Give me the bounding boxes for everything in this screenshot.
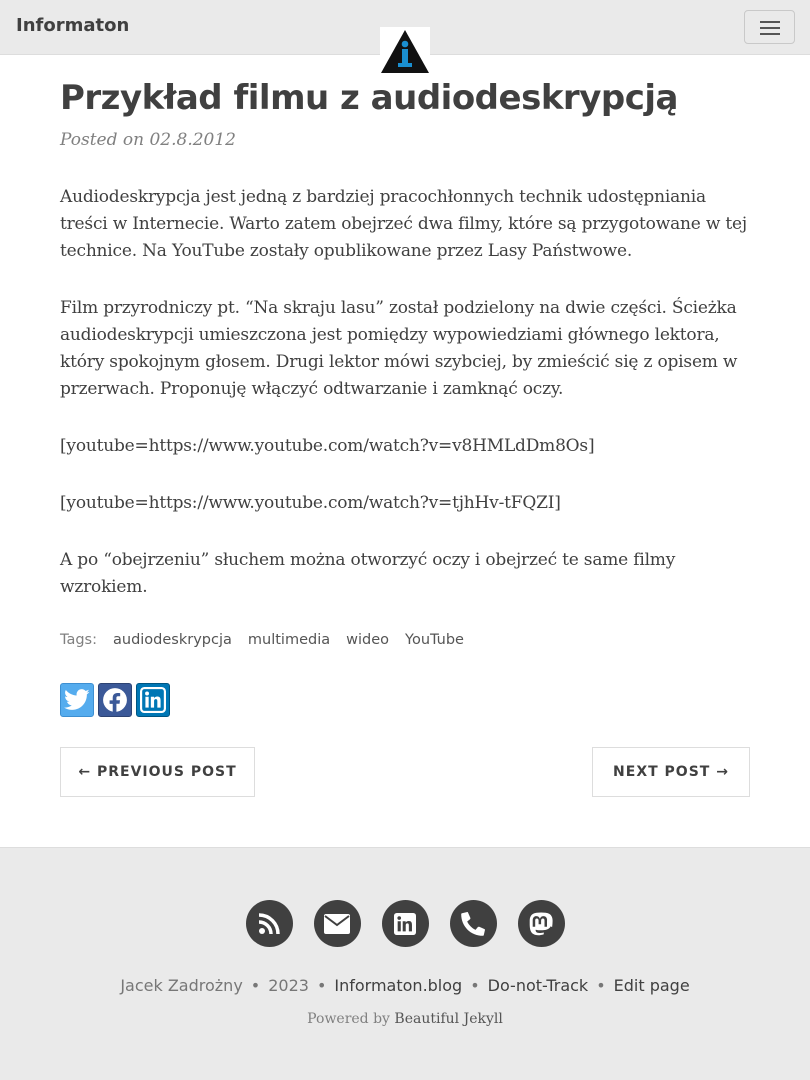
share-buttons <box>60 683 170 717</box>
envelope-icon[interactable] <box>313 900 361 947</box>
youtube-embed-shortcode: [youtube=https://www.youtube.com/watch?v… <box>60 436 595 456</box>
twitter-icon <box>64 689 90 710</box>
hamburger-icon <box>760 21 780 23</box>
post-meta: Posted on 02.8.2012 <box>60 130 236 150</box>
post-paragraph: A po “obejrzeniu” słuchem można otworzyć… <box>60 550 676 597</box>
footer-year: 2023 <box>268 976 309 995</box>
beautiful-jekyll-link[interactable]: Beautiful Jekyll <box>394 1011 502 1027</box>
linkedin-icon[interactable] <box>381 900 429 947</box>
mastodon-icon[interactable] <box>517 900 565 947</box>
share-linkedin-button[interactable] <box>136 683 170 717</box>
tag-link[interactable]: YouTube <box>405 632 464 648</box>
powered-by-label: Powered by <box>307 1011 390 1027</box>
tag-link[interactable]: wideo <box>346 632 389 648</box>
post-paragraph: Audiodeskrypcja jest jedną z bardziej pr… <box>60 187 747 261</box>
footer: Jacek Zadrożny • 2023 • Informaton.blog • Do-n… <box>0 847 810 1080</box>
footer-author: Jacek Zadrożny <box>120 976 243 995</box>
rss-icon[interactable] <box>245 900 293 947</box>
tag-link[interactable]: audiodeskrypcja <box>113 632 232 648</box>
menu-toggle-button[interactable] <box>744 10 795 44</box>
youtube-embed-shortcode: [youtube=https://www.youtube.com/watch?v… <box>60 493 561 513</box>
linkedin-icon <box>140 687 166 713</box>
post-title: Przykład filmu z audiodeskrypcją <box>60 78 678 118</box>
share-facebook-button[interactable] <box>98 683 132 717</box>
post-content: Audiodeskrypcja jest jedną z bardziej pr… <box>60 184 750 631</box>
share-twitter-button[interactable] <box>60 683 94 717</box>
footer-powered-by: Powered by Beautiful Jekyll <box>0 1011 810 1027</box>
footer-social-icons <box>0 900 810 947</box>
phone-icon[interactable] <box>449 900 497 947</box>
tags-label: Tags: <box>60 632 97 648</box>
footer-dnt-link[interactable]: Do-not-Track <box>488 976 589 995</box>
footer-links: Jacek Zadrożny • 2023 • Informaton.blog • Do-n… <box>120 976 690 995</box>
previous-post-button[interactable]: ← PREVIOUS POST <box>60 747 255 797</box>
facebook-icon <box>103 688 127 713</box>
next-post-button[interactable]: NEXT POST → <box>592 747 750 797</box>
footer-site-link[interactable]: Informaton.blog <box>334 976 462 995</box>
post-paragraph: Film przyrodniczy pt. “Na skraju lasu” z… <box>60 298 738 399</box>
brand-link[interactable]: Informaton <box>16 15 129 36</box>
tags-list: Tags: audiodeskrypcja multimedia wideo Y… <box>60 632 464 648</box>
info-triangle-icon[interactable] <box>380 27 430 75</box>
tag-link[interactable]: multimedia <box>248 632 330 648</box>
footer-edit-page-link[interactable]: Edit page <box>614 976 690 995</box>
